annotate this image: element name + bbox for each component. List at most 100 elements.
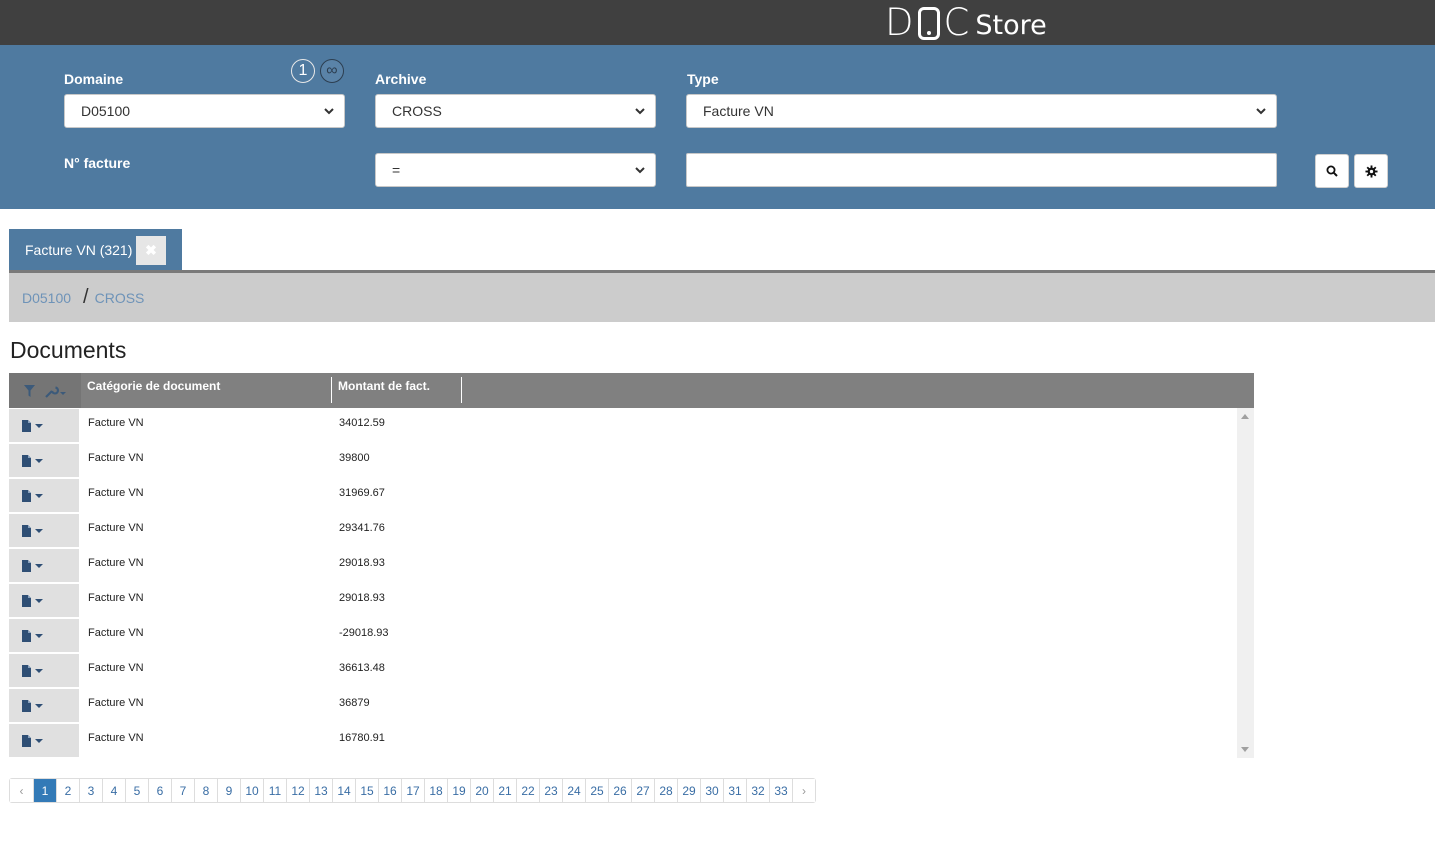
page-button[interactable]: 19 — [447, 779, 470, 802]
page-button[interactable]: 14 — [332, 779, 355, 802]
caret-down-icon — [35, 458, 43, 463]
table-body: Facture VN 34012.59 Facture VN 39800 Facture… — [9, 408, 1254, 758]
page-button[interactable]: 26 — [608, 779, 631, 802]
cell-amount: 31969.67 — [339, 487, 385, 499]
caret-down-icon — [35, 633, 43, 638]
type-select[interactable]: Facture VN — [686, 94, 1277, 128]
document-icon — [22, 629, 31, 642]
page-button[interactable]: 11 — [263, 779, 286, 802]
table-row[interactable]: Facture VN 29018.93 — [9, 583, 1237, 618]
operator-select[interactable]: = — [375, 153, 656, 187]
archive-select[interactable]: CROSS — [375, 94, 656, 128]
caret-down-icon — [35, 493, 43, 498]
page-button[interactable]: 16 — [378, 779, 401, 802]
table-row[interactable]: Facture VN 39800 — [9, 443, 1237, 478]
page-button[interactable]: 24 — [562, 779, 585, 802]
row-actions-menu[interactable] — [9, 514, 79, 547]
cell-amount: -29018.93 — [339, 627, 389, 639]
page-button[interactable]: 33 — [769, 779, 792, 802]
page-button[interactable]: 9 — [217, 779, 240, 802]
filter-icon[interactable] — [23, 384, 35, 397]
cell-category: Facture VN — [88, 732, 144, 744]
column-header-amount[interactable]: Montant de fact. — [332, 373, 460, 408]
row-actions-menu[interactable] — [9, 619, 79, 652]
page-button[interactable]: 32 — [746, 779, 769, 802]
row-actions-menu[interactable] — [9, 654, 79, 687]
page-button[interactable]: 28 — [654, 779, 677, 802]
page-button[interactable]: 12 — [286, 779, 309, 802]
page-button[interactable]: 7 — [171, 779, 194, 802]
document-icon — [22, 594, 31, 607]
tab-facture-vn[interactable]: Facture VN (321) ✖ — [9, 229, 182, 271]
page-button[interactable]: 17 — [401, 779, 424, 802]
page-button[interactable]: 27 — [631, 779, 654, 802]
table-row[interactable]: Facture VN 29018.93 — [9, 548, 1237, 583]
document-icon — [22, 454, 31, 467]
single-mode-toggle[interactable]: 1 — [291, 59, 315, 83]
scroll-down-arrow[interactable] — [1241, 747, 1249, 752]
num-facture-input[interactable] — [686, 153, 1277, 187]
top-bar: D C Store — [0, 0, 1435, 45]
table-row[interactable]: Facture VN 29341.76 — [9, 513, 1237, 548]
page-button[interactable]: 18 — [424, 779, 447, 802]
table-row[interactable]: Facture VN -29018.93 — [9, 618, 1237, 653]
domaine-select[interactable]: D05100 — [64, 94, 345, 128]
domaine-select-value: D05100 — [81, 103, 131, 119]
page-button[interactable]: 31 — [723, 779, 746, 802]
page-button[interactable]: 5 — [125, 779, 148, 802]
page-button[interactable]: 21 — [493, 779, 516, 802]
settings-button[interactable] — [1354, 154, 1388, 188]
table-header: Catégorie de document Montant de fact. — [9, 373, 1254, 408]
scroll-up-arrow[interactable] — [1241, 414, 1249, 419]
next-page-button[interactable]: › — [792, 779, 815, 802]
tab-close-button[interactable]: ✖ — [136, 236, 166, 265]
row-actions-menu[interactable] — [9, 689, 79, 722]
page-button[interactable]: 30 — [700, 779, 723, 802]
operator-select-value: = — [392, 162, 401, 178]
table-row[interactable]: Facture VN 34012.59 — [9, 408, 1237, 443]
column-header-category[interactable]: Catégorie de document — [81, 373, 332, 408]
row-actions-menu[interactable] — [9, 584, 79, 617]
page-button[interactable]: 8 — [194, 779, 217, 802]
page-button[interactable]: 29 — [677, 779, 700, 802]
table-row[interactable]: Facture VN 16780.91 — [9, 723, 1237, 758]
page-button[interactable]: 1 — [33, 779, 56, 802]
page-button[interactable]: 3 — [79, 779, 102, 802]
caret-down-icon — [35, 668, 43, 673]
num-facture-label: N° facture — [64, 155, 131, 171]
chevron-down-icon — [635, 108, 645, 115]
infinite-mode-toggle[interactable]: ∞ — [320, 59, 344, 83]
tab-label: Facture VN (321) — [25, 242, 133, 258]
breadcrumb-domaine[interactable]: D05100 — [22, 290, 71, 306]
page-button[interactable]: 15 — [355, 779, 378, 802]
row-actions-menu[interactable] — [9, 444, 79, 477]
row-actions-menu[interactable] — [9, 479, 79, 512]
cell-amount: 36613.48 — [339, 662, 385, 674]
search-button[interactable] — [1315, 154, 1349, 188]
caret-down-icon — [35, 703, 43, 708]
page-button[interactable]: 13 — [309, 779, 332, 802]
document-icon — [22, 524, 31, 537]
page-button[interactable]: 25 — [585, 779, 608, 802]
cell-category: Facture VN — [88, 557, 144, 569]
wrench-icon[interactable] — [44, 384, 67, 398]
table-row[interactable]: Facture VN 36879 — [9, 688, 1237, 723]
page-button[interactable]: 2 — [56, 779, 79, 802]
page-button[interactable]: 23 — [539, 779, 562, 802]
page-button[interactable]: 4 — [102, 779, 125, 802]
table-row[interactable]: Facture VN 31969.67 — [9, 478, 1237, 513]
page-button[interactable]: 6 — [148, 779, 171, 802]
cell-category: Facture VN — [88, 487, 144, 499]
row-actions-menu[interactable] — [9, 724, 79, 757]
breadcrumb-archive[interactable]: CROSS — [95, 290, 145, 306]
page-button[interactable]: 20 — [470, 779, 493, 802]
table-scrollbar[interactable] — [1237, 408, 1254, 758]
cell-amount: 34012.59 — [339, 417, 385, 429]
page-button[interactable]: 10 — [240, 779, 263, 802]
prev-page-button[interactable]: ‹ — [10, 779, 33, 802]
table-row[interactable]: Facture VN 36613.48 — [9, 653, 1237, 688]
chevron-down-icon — [324, 108, 334, 115]
row-actions-menu[interactable] — [9, 409, 79, 442]
row-actions-menu[interactable] — [9, 549, 79, 582]
page-button[interactable]: 22 — [516, 779, 539, 802]
